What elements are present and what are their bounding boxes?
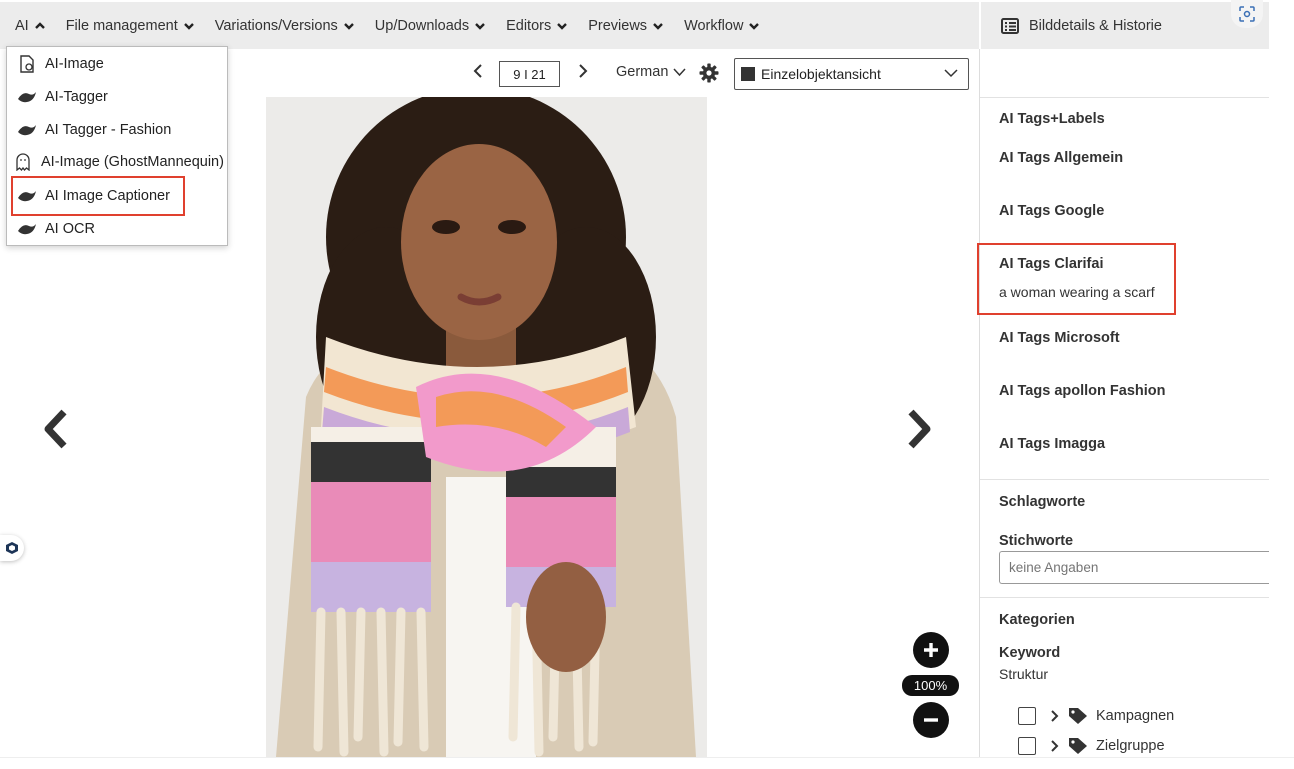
top-menu-bar: AI File management Variations/Versions U…: [0, 2, 979, 49]
kategorien-heading: Kategorien: [999, 612, 1075, 628]
ai-menu-item-label: AI-Image: [45, 56, 104, 72]
previous-image-icon[interactable]: [40, 408, 70, 450]
ai-dropdown-menu: AI-Image AI-Tagger AI Tagger - Fashion A…: [6, 46, 228, 246]
ai-tags-google-heading: AI Tags Google: [999, 203, 1105, 219]
stichworte-label: Stichworte: [999, 533, 1074, 549]
menu-ai[interactable]: AI: [15, 18, 46, 34]
divider: [980, 597, 1269, 598]
chevron-down-icon: [653, 22, 663, 30]
chevron-down-icon: [183, 22, 194, 30]
chevron-up-icon: [34, 21, 45, 29]
chevron-down-icon: [944, 69, 958, 78]
swoosh-icon: [17, 121, 37, 139]
menu-previews[interactable]: Previews: [588, 18, 664, 34]
ai-menu-item-label: AI OCR: [45, 221, 95, 237]
ai-menu-item-ai-image[interactable]: AI-Image: [17, 53, 104, 75]
chevron-down-icon: [749, 22, 760, 30]
menu-workflow-label: Workflow: [684, 17, 744, 34]
clarifai-highlight-box: [977, 243, 1176, 315]
ai-image-icon: [17, 55, 37, 73]
zoom-out-button[interactable]: [913, 702, 949, 738]
zoom-in-button[interactable]: [913, 632, 949, 668]
ghost-icon: [13, 153, 33, 171]
menu-ai-label: AI: [15, 17, 29, 34]
category-tree-row[interactable]: Zielgruppe: [1018, 737, 1165, 755]
tag-icon: [1069, 708, 1087, 724]
ai-menu-item-ai-ocr[interactable]: AI OCR: [17, 218, 95, 240]
category-checkbox[interactable]: [1018, 707, 1036, 725]
pager-text: 9 I 21: [513, 66, 546, 82]
zoom-level: 100%: [902, 675, 959, 696]
screen-capture-button[interactable]: [1231, 0, 1263, 28]
divider: [980, 97, 1269, 98]
menu-file-management-label: File management: [65, 17, 178, 34]
photo-illustration: [266, 97, 707, 757]
chevron-right-icon[interactable]: [1050, 739, 1060, 753]
view-mode-label: Einzelobjektansicht: [761, 66, 881, 82]
ai-menu-item-ai-tagger-fashion[interactable]: AI Tagger - Fashion: [17, 119, 171, 141]
ai-tags-imagga-heading: AI Tags Imagga: [999, 436, 1106, 452]
ai-tags-apollon-heading: AI Tags apollon Fashion: [999, 383, 1166, 399]
ai-tags-allgemein-heading: AI Tags Allgemein: [999, 150, 1124, 166]
menu-workflow[interactable]: Workflow: [684, 18, 760, 34]
captioner-highlight-box: [11, 176, 185, 216]
swoosh-icon: [17, 220, 37, 238]
category-checkbox[interactable]: [1018, 737, 1036, 755]
view-mode-swatch: [741, 67, 755, 81]
ai-menu-item-label: AI-Tagger: [45, 89, 108, 105]
next-image-icon[interactable]: [905, 408, 935, 450]
scan-icon: [1239, 6, 1255, 22]
tag-icon: [1069, 738, 1087, 754]
pager-indicator: 9 I 21: [499, 61, 560, 87]
ai-menu-item-label: AI-Image (GhostMannequin): [41, 154, 224, 170]
keyword-label: Keyword: [999, 645, 1061, 661]
details-history-header[interactable]: Bilddetails & Historie: [981, 2, 1269, 49]
details-history-title: Bilddetails & Historie: [1029, 17, 1162, 34]
category-tree-row[interactable]: Kampagnen: [1018, 707, 1174, 725]
chevron-down-icon: [475, 22, 485, 30]
stichworte-input[interactable]: [999, 551, 1269, 584]
list-icon: [1001, 17, 1019, 34]
previous-icon[interactable]: [472, 63, 484, 79]
schlagworte-heading: Schlagworte: [999, 494, 1086, 510]
plus-icon: [924, 643, 938, 657]
swoosh-icon: [17, 88, 37, 106]
menu-editors[interactable]: Editors: [506, 18, 568, 34]
chevron-down-icon: [343, 22, 354, 30]
zoom-level-text: 100%: [913, 678, 948, 693]
language-label: German: [616, 64, 669, 80]
ai-tags-microsoft-heading: AI Tags Microsoft: [999, 330, 1120, 346]
menu-up-downloads[interactable]: Up/Downloads: [375, 18, 486, 34]
divider: [980, 479, 1269, 480]
next-icon[interactable]: [577, 63, 589, 79]
ai-menu-item-label: AI Tagger - Fashion: [45, 122, 172, 138]
ai-tags-labels-heading: AI Tags+Labels: [999, 111, 1105, 127]
chevron-down-icon: [557, 22, 568, 30]
minus-icon: [924, 718, 938, 722]
struktur-label: Struktur: [999, 666, 1049, 682]
chevron-right-icon[interactable]: [1050, 709, 1060, 723]
chevron-down-icon: [673, 68, 686, 77]
menu-variations-versions-label: Variations/Versions: [214, 17, 338, 34]
category-label: Kampagnen: [1096, 708, 1175, 724]
category-label: Zielgruppe: [1096, 738, 1165, 754]
gear-icon[interactable]: [699, 63, 719, 83]
product-photo: [266, 97, 707, 757]
bottom-strip: [0, 757, 1294, 769]
ai-menu-item-ai-tagger[interactable]: AI-Tagger: [17, 86, 108, 108]
view-mode-select[interactable]: Einzelobjektansicht: [734, 58, 969, 90]
cube-icon: [6, 542, 18, 554]
menu-up-downloads-label: Up/Downloads: [374, 17, 470, 34]
menu-previews-label: Previews: [588, 17, 648, 34]
language-select[interactable]: German: [616, 64, 686, 80]
ai-menu-item-ai-image-ghostmannequin[interactable]: AI-Image (GhostMannequin): [13, 151, 224, 173]
menu-editors-label: Editors: [506, 17, 552, 34]
menu-file-management[interactable]: File management: [66, 18, 195, 34]
menu-variations-versions[interactable]: Variations/Versions: [215, 18, 355, 34]
